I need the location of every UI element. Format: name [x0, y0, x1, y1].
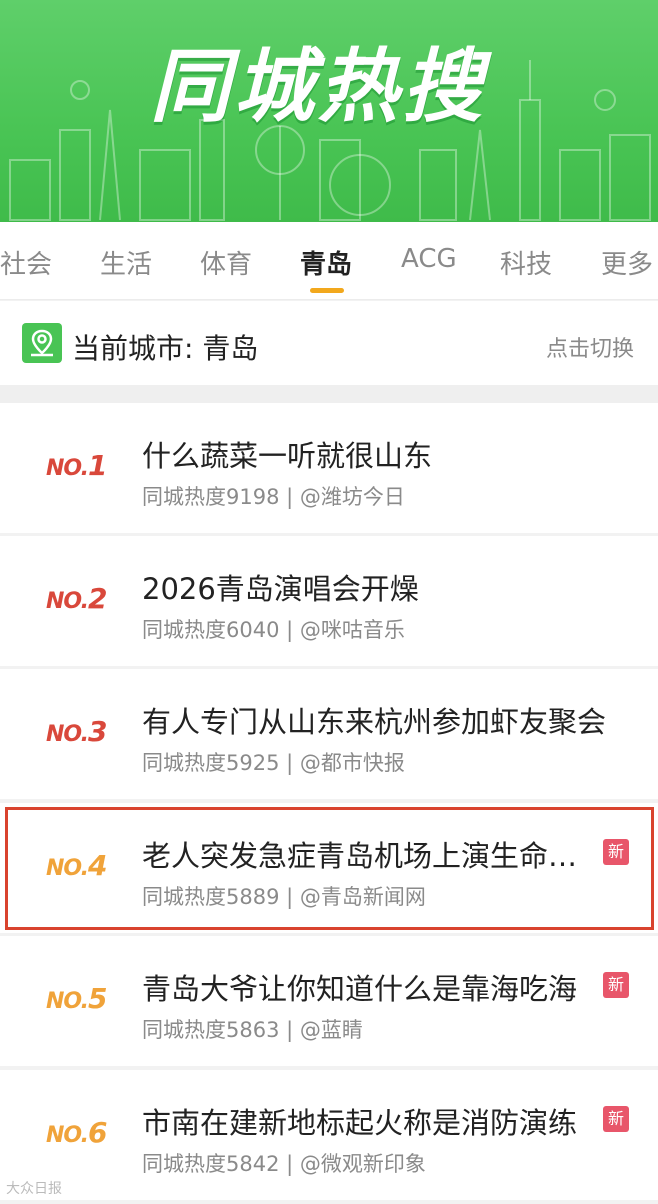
list-item[interactable]: NO.5 青岛大爷让你知道什么是靠海吃海 新 同城热度5863 | @蓝睛: [0, 936, 658, 1066]
new-badge: 新: [603, 1106, 629, 1132]
section-divider: [0, 385, 658, 403]
current-city-label: 当前城市: 青岛: [72, 332, 259, 365]
item-title[interactable]: 有人专门从山东来杭州参加虾友聚会: [142, 699, 606, 741]
list-item[interactable]: NO.1 什么蔬菜一听就很山东 同城热度9198 | @潍坊今日: [0, 403, 658, 533]
list-item[interactable]: NO.6 市南在建新地标起火称是消防演练 新 同城热度5842 | @微观新印象: [0, 1070, 658, 1200]
new-badge: 新: [603, 839, 629, 865]
item-title[interactable]: 什么蔬菜一听就很山东: [142, 433, 432, 475]
city-bar: 当前城市: 青岛 点击切换: [0, 301, 658, 385]
tab-acg[interactable]: ACG: [401, 244, 457, 274]
list-item[interactable]: NO.2 2026青岛演唱会开燥 同城热度6040 | @咪咕音乐: [0, 536, 658, 666]
active-tab-indicator: [310, 288, 344, 293]
item-title[interactable]: 2026青岛演唱会开燥: [142, 566, 419, 608]
tab-more[interactable]: 更多: [601, 244, 653, 281]
tab-life[interactable]: 生活: [100, 244, 152, 281]
switch-city-button[interactable]: 点击切换: [546, 331, 634, 363]
rank-label: NO.2: [46, 582, 108, 615]
rank-label: NO.4: [46, 849, 108, 882]
banner-title: 同城热搜: [150, 40, 486, 133]
list-item[interactable]: NO.4 老人突发急症青岛机场上演生命… 新 同城热度5889 | @青岛新闻网: [0, 803, 658, 933]
rank-label: NO.6: [46, 1116, 108, 1149]
hot-search-banner: 同城热搜: [0, 0, 658, 222]
rank-label: NO.5: [46, 982, 108, 1015]
location-pin-icon: [22, 323, 62, 363]
item-meta: 同城热度6040 | @咪咕音乐: [142, 618, 405, 642]
item-meta: 同城热度5889 | @青岛新闻网: [142, 885, 426, 909]
tab-society[interactable]: 社会: [0, 244, 52, 281]
item-title[interactable]: 市南在建新地标起火称是消防演练: [142, 1100, 577, 1142]
category-tabs: 社会 生活 体育 青岛 ACG 科技 更多: [0, 222, 658, 300]
list-item[interactable]: NO.3 有人专门从山东来杭州参加虾友聚会 同城热度5925 | @都市快报: [0, 669, 658, 799]
item-title[interactable]: 青岛大爷让你知道什么是靠海吃海: [142, 966, 577, 1008]
tab-tech[interactable]: 科技: [500, 244, 552, 281]
item-meta: 同城热度5863 | @蓝睛: [142, 1018, 363, 1042]
item-meta: 同城热度5842 | @微观新印象: [142, 1152, 426, 1176]
item-title[interactable]: 老人突发急症青岛机场上演生命…: [142, 833, 577, 875]
tab-qingdao[interactable]: 青岛: [300, 244, 352, 281]
watermark: 大众日报: [6, 1181, 62, 1197]
item-meta: 同城热度9198 | @潍坊今日: [142, 485, 405, 509]
rank-label: NO.3: [46, 715, 108, 748]
new-badge: 新: [603, 972, 629, 998]
item-meta: 同城热度5925 | @都市快报: [142, 751, 405, 775]
tab-sports[interactable]: 体育: [200, 244, 252, 281]
rank-label: NO.1: [46, 449, 108, 482]
